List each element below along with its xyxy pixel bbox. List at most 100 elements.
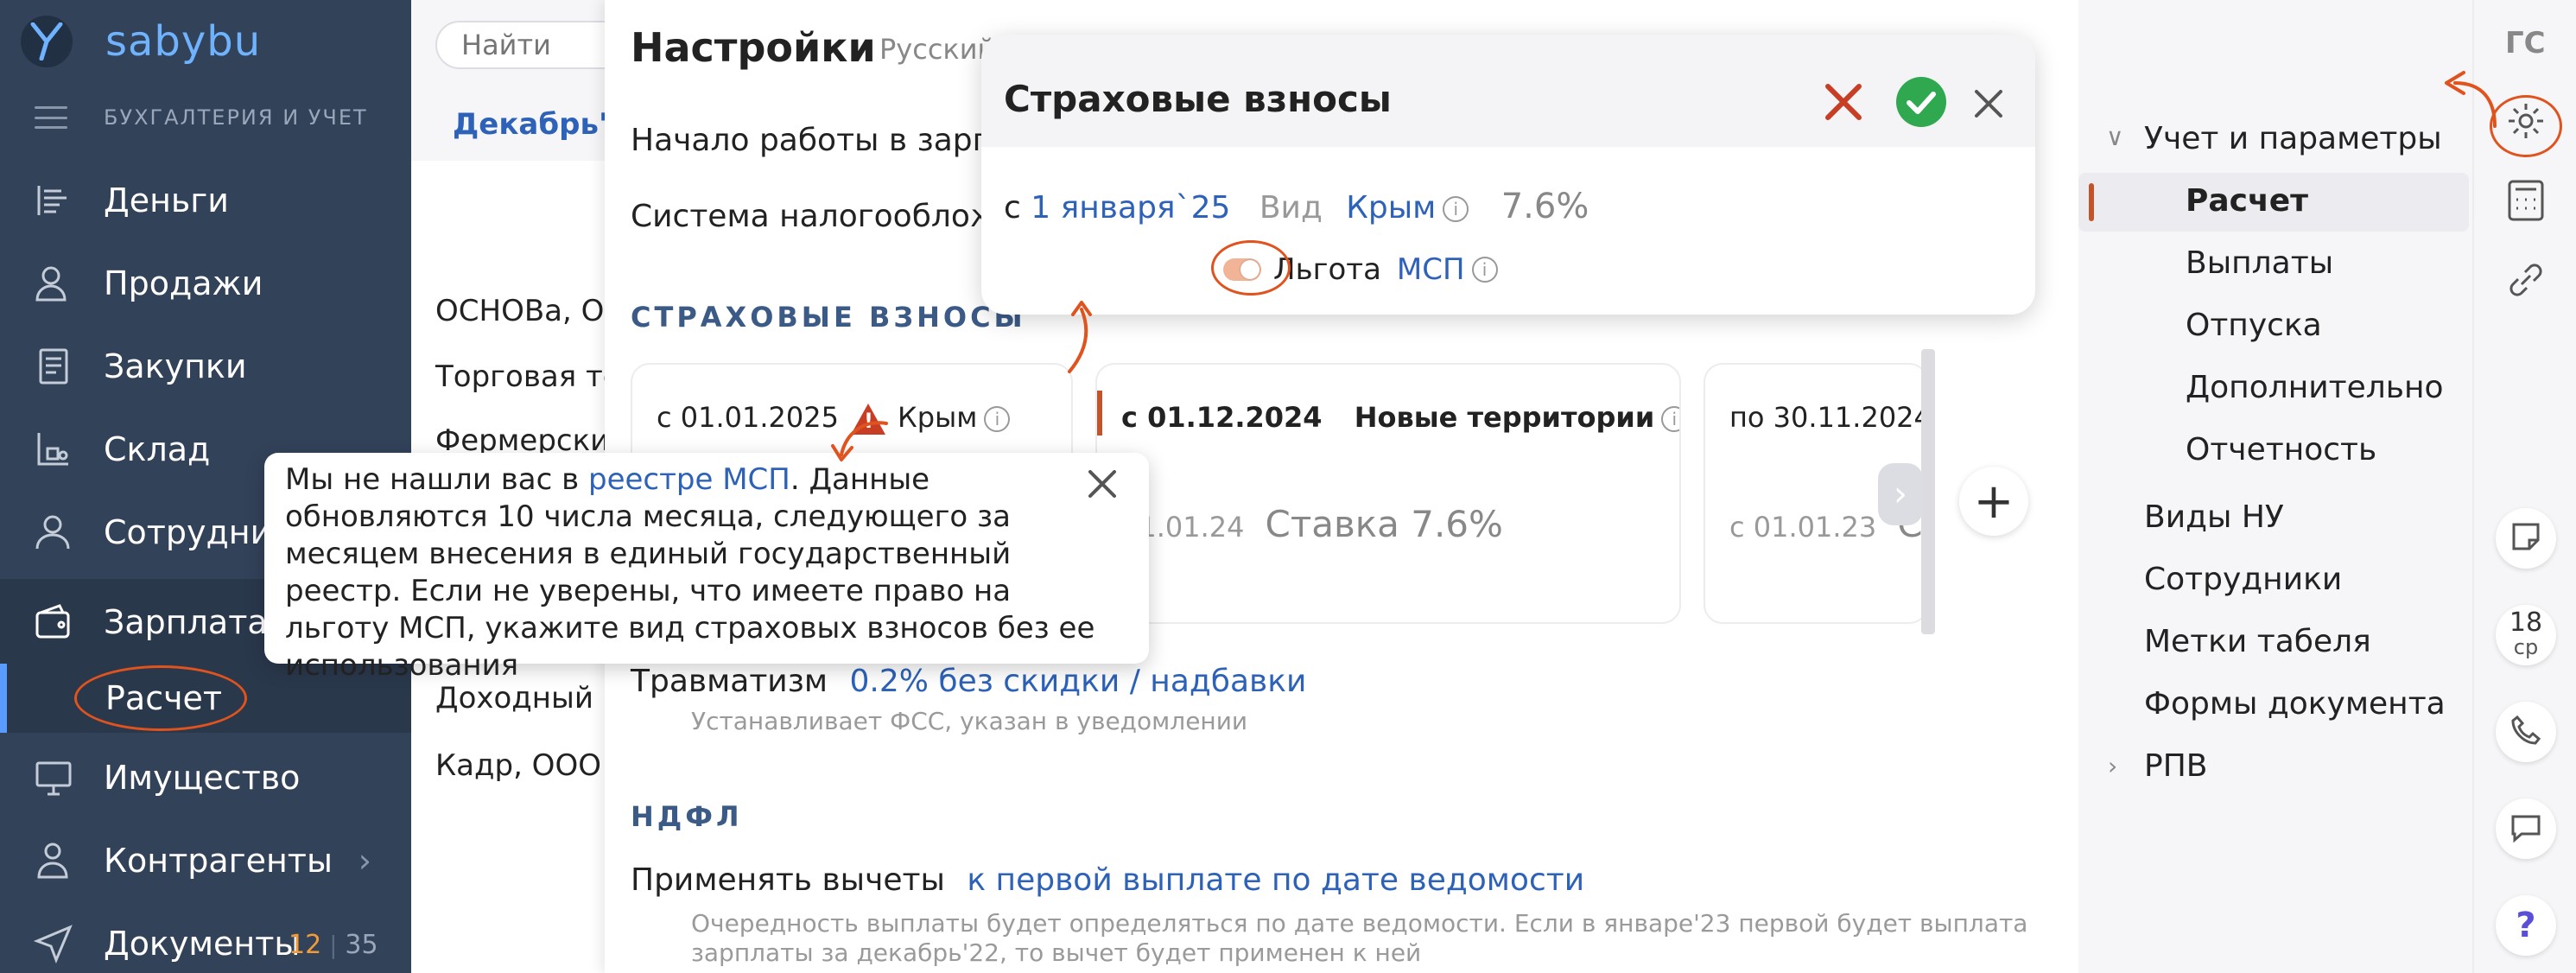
logo-text: sabybu bbox=[105, 17, 262, 66]
month-selector[interactable]: Декабрь'2 bbox=[453, 107, 628, 142]
insurance-card-valid-from: с 01.01.23 bbox=[1729, 511, 1877, 544]
delete-icon[interactable] bbox=[1823, 81, 1864, 126]
send-icon bbox=[31, 921, 76, 966]
sidebar-item-label: Имущество bbox=[104, 759, 301, 797]
nav-item-reports[interactable]: Отчетность bbox=[2186, 432, 2376, 467]
documents-count-total: 35 bbox=[345, 930, 378, 960]
calendar-button[interactable]: 18 ср bbox=[2496, 605, 2556, 665]
popup-period-row: с 1 января`25 Вид Крым i 7.6% bbox=[1004, 187, 1589, 226]
help-button[interactable]: ? bbox=[2496, 895, 2556, 956]
notes-button[interactable] bbox=[2496, 508, 2556, 569]
insurance-card-date: по 30.11.2024 bbox=[1729, 401, 1928, 434]
info-icon[interactable]: i bbox=[1443, 196, 1469, 222]
sidebar-item-purchases[interactable]: Закупки bbox=[0, 330, 411, 403]
kind-label: Вид bbox=[1259, 190, 1323, 226]
property-icon bbox=[31, 755, 76, 800]
active-indicator bbox=[0, 664, 7, 733]
nav-item-rpv[interactable]: РПВ bbox=[2144, 748, 2207, 784]
nav-item-payments[interactable]: Выплаты bbox=[2186, 245, 2333, 281]
call-button[interactable] bbox=[2496, 702, 2556, 762]
nav-item-calculation[interactable]: Расчет bbox=[2186, 183, 2308, 219]
settings-navigation: ∨ Учет и параметры Расчет Выплаты Отпуск… bbox=[2078, 0, 2472, 973]
calendar-weekday: ср bbox=[2513, 635, 2539, 659]
from-prefix: с bbox=[1004, 190, 1021, 226]
chevron-right-icon[interactable]: › bbox=[358, 842, 371, 880]
rate-value: 7.6% bbox=[1501, 187, 1589, 226]
nav-item-vacations[interactable]: Отпуска bbox=[2186, 308, 2322, 343]
cards-next-button[interactable]: › bbox=[1878, 463, 1923, 525]
nav-item-tax-types[interactable]: Виды НУ bbox=[2144, 499, 2284, 535]
info-icon[interactable]: i bbox=[1471, 257, 1498, 283]
calendar-day: 18 bbox=[2509, 607, 2543, 638]
documents-count-new: 12 bbox=[289, 930, 322, 960]
organization-item[interactable]: Торговая то bbox=[435, 359, 621, 394]
insurance-card-header: с 01.12.2024 Новые территории i bbox=[1121, 401, 1679, 434]
sidebar-item-property[interactable]: Имущество bbox=[0, 741, 411, 814]
page-subtitle: Русский bbox=[879, 33, 996, 66]
msp-registry-link[interactable]: реестре МСП bbox=[588, 462, 790, 497]
chevron-down-icon[interactable]: ∨ bbox=[2106, 123, 2124, 151]
sidebar-item-documents[interactable]: Документы 12 | 35 bbox=[0, 907, 411, 973]
setting-start-date[interactable]: Начало работы в зарпл bbox=[631, 123, 1012, 158]
nav-item-additional[interactable]: Дополнительно bbox=[2186, 370, 2444, 405]
page-title: Настройки bbox=[631, 24, 876, 71]
annotation-circle bbox=[1211, 240, 1291, 296]
cards-scrollbar[interactable] bbox=[1921, 349, 1935, 634]
save-icon[interactable] bbox=[1895, 76, 1947, 131]
close-icon[interactable] bbox=[1973, 88, 2004, 123]
sales-icon bbox=[31, 261, 76, 306]
add-insurance-button[interactable]: + bbox=[1959, 467, 2028, 536]
calendar-icon: 18 ср bbox=[2509, 610, 2542, 660]
sidebar-item-label: Документы bbox=[104, 925, 301, 963]
setting-deductions[interactable]: Применять вычеты к первой выплате по дат… bbox=[631, 862, 1584, 898]
sidebar-item-label: Деньги bbox=[104, 181, 229, 219]
menu-icon[interactable] bbox=[35, 106, 67, 129]
logo[interactable]: sabybu bbox=[21, 16, 261, 67]
tooltip-text: Мы не нашли вас в реестре МСП. Данные об… bbox=[285, 461, 1097, 684]
insurance-card-new-territories[interactable]: с 01.12.2024 Новые территории i 01.01.24 С… bbox=[1095, 363, 1681, 624]
contractors-icon bbox=[31, 838, 76, 883]
section-header[interactable]: БУХГАЛТЕРИЯ И УЧЕТ bbox=[35, 105, 368, 130]
sidebar-item-contractors[interactable]: Контрагенты › bbox=[0, 824, 411, 897]
info-icon[interactable]: i bbox=[984, 406, 1011, 432]
injury-hint: Устанавливает ФСС, указан в уведомлении bbox=[691, 707, 1248, 735]
money-icon bbox=[31, 178, 76, 223]
sidebar-item-sales[interactable]: Продажи bbox=[0, 247, 411, 320]
link-button[interactable] bbox=[2500, 256, 2552, 308]
annotation-circle bbox=[2490, 95, 2562, 157]
nav-item-document-forms[interactable]: Формы документа bbox=[2144, 686, 2446, 722]
link-icon bbox=[2504, 258, 2547, 305]
close-icon[interactable] bbox=[1085, 467, 1123, 505]
organization-item[interactable]: ОСНОВа, ОО bbox=[435, 294, 627, 328]
deductions-hint-line: Очередность выплаты будет определяться п… bbox=[691, 909, 2028, 938]
sidebar-item-label: Продажи bbox=[104, 264, 263, 302]
nav-item-employees[interactable]: Сотрудники bbox=[2144, 562, 2342, 597]
warning-icon[interactable] bbox=[850, 404, 885, 435]
info-icon[interactable]: i bbox=[1661, 406, 1679, 432]
purchases-icon bbox=[31, 344, 76, 389]
deductions-label: Применять вычеты bbox=[631, 862, 945, 898]
user-initials[interactable]: ГС bbox=[2505, 26, 2546, 60]
insurance-card-header: с 01.01.2025 Крымi bbox=[657, 401, 1011, 435]
deductions-value-link[interactable]: к первой выплате по дате ведомости bbox=[967, 862, 1584, 898]
note-icon bbox=[2510, 521, 2541, 556]
logo-icon bbox=[21, 16, 73, 67]
organization-item[interactable]: Кадр, ООО bbox=[435, 748, 601, 783]
wallet-icon bbox=[31, 600, 76, 645]
insurance-popup: Страховые взносы с 1 января`25 Вид Крым i… bbox=[981, 35, 2035, 315]
tooltip-text-start: Мы не нашли вас в bbox=[285, 462, 580, 497]
setting-tax-system[interactable]: Система налогообложе bbox=[631, 199, 1018, 234]
sidebar-item-money[interactable]: Деньги bbox=[0, 164, 411, 237]
organization-item[interactable]: Доходный Г bbox=[435, 681, 621, 715]
phone-icon bbox=[2510, 715, 2541, 749]
nav-item-timesheet-marks[interactable]: Метки табеля bbox=[2144, 624, 2371, 659]
sidebar-item-label: Контрагенты bbox=[104, 842, 333, 880]
chevron-right-icon[interactable]: › bbox=[2108, 752, 2117, 780]
calculator-button[interactable] bbox=[2500, 176, 2552, 228]
from-date-link[interactable]: 1 января`25 bbox=[1031, 190, 1230, 226]
benefit-value-link[interactable]: МСП bbox=[1397, 252, 1465, 287]
chat-button[interactable] bbox=[2496, 798, 2556, 859]
kind-value-link[interactable]: Крым bbox=[1346, 190, 1436, 226]
nav-group-accounting[interactable]: Учет и параметры bbox=[2144, 121, 2442, 156]
warehouse-icon bbox=[31, 427, 76, 472]
